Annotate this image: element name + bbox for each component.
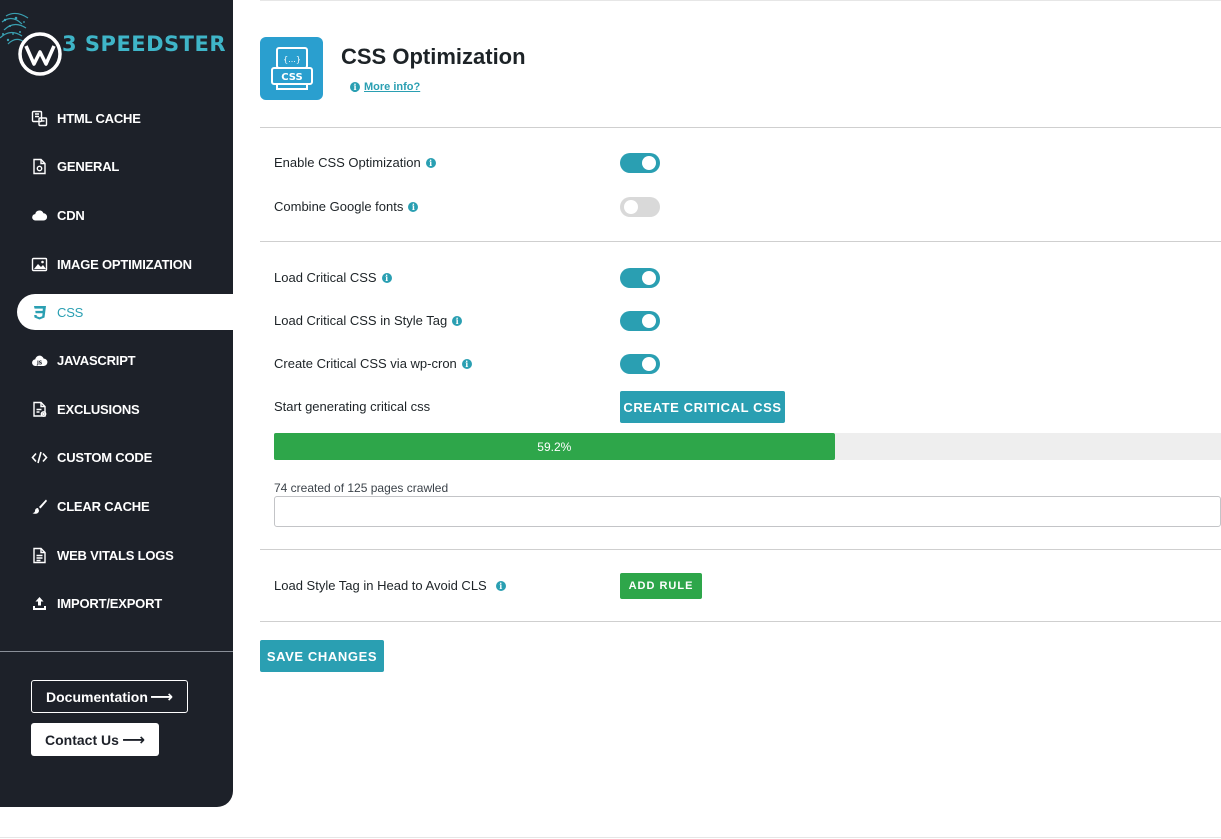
toggle-knob xyxy=(642,314,656,328)
css-icon-text: CSS xyxy=(281,72,302,83)
critical-css-style-tag-label: Load Critical CSS in Style Tag i xyxy=(274,313,463,328)
sidebar-item-label: IMAGE OPTIMIZATION xyxy=(57,256,192,272)
top-border xyxy=(260,0,1221,1)
sidebar-item-label: EXCLUSIONS xyxy=(57,401,140,417)
contact-us-button[interactable]: Contact Us ⟶ xyxy=(31,723,159,756)
critical-css-wpcron-label: Create Critical CSS via wp-cron i xyxy=(274,356,472,371)
css3-icon xyxy=(31,304,48,321)
section-divider xyxy=(260,241,1221,242)
sidebar-item-label: HTML CACHE xyxy=(57,110,141,126)
section-divider xyxy=(260,549,1221,550)
combine-google-fonts-label: Combine Google fonts i xyxy=(274,199,419,214)
sidebar-item-import-export[interactable]: IMPORT/EXPORT xyxy=(0,579,233,628)
sidebar-item-web-vitals-logs[interactable]: WEB VITALS LOGS xyxy=(0,531,233,580)
info-icon[interactable]: i xyxy=(381,272,392,283)
bottom-border xyxy=(0,837,1221,838)
sidebar-item-html-cache[interactable]: HTML CACHE xyxy=(0,94,233,143)
speedster-logo-icon xyxy=(0,12,62,76)
main-content: {...} CSS CSS Optimization i More info? … xyxy=(260,0,1221,839)
sidebar-item-javascript[interactable]: JS JAVASCRIPT xyxy=(0,336,233,385)
css-page-icon: {...} CSS xyxy=(260,37,323,100)
add-rule-button[interactable]: ADD RULE xyxy=(620,573,702,599)
progress-percent: 59.2% xyxy=(537,439,572,454)
arrow-right-icon: ⟶ xyxy=(122,731,145,749)
arrow-right-icon: ⟶ xyxy=(150,688,173,706)
combine-google-fonts-toggle[interactable] xyxy=(620,197,660,217)
crawl-status-text: 74 created of 125 pages crawled xyxy=(274,481,449,495)
sidebar-item-image-optimization[interactable]: IMAGE OPTIMIZATION xyxy=(0,240,233,289)
cloud-icon xyxy=(31,207,48,224)
html-cache-icon xyxy=(31,110,48,127)
sidebar: 3 SPEEDSTER HTML CACHE GENERAL CDN IMAGE… xyxy=(0,0,233,807)
section-divider xyxy=(260,127,1221,128)
info-icon[interactable]: i xyxy=(461,358,472,369)
sidebar-item-cdn[interactable]: CDN xyxy=(0,191,233,240)
general-file-icon xyxy=(31,158,48,175)
info-icon: i xyxy=(350,82,360,92)
sidebar-item-exclusions[interactable]: EXCLUSIONS xyxy=(0,385,233,434)
sidebar-item-label: CUSTOM CODE xyxy=(57,450,153,466)
sidebar-item-label: IMPORT/EXPORT xyxy=(57,596,163,612)
sidebar-item-label: WEB VITALS LOGS xyxy=(57,547,174,563)
sidebar-item-label: CSS xyxy=(57,304,84,320)
code-icon xyxy=(31,449,48,466)
info-icon[interactable]: i xyxy=(425,157,436,168)
critical-css-style-tag-toggle[interactable] xyxy=(620,311,660,331)
info-icon[interactable]: i xyxy=(452,315,463,326)
critical-css-progress-bar: 59.2% xyxy=(274,433,1221,460)
image-icon xyxy=(31,256,48,273)
brand-logo[interactable]: 3 SPEEDSTER xyxy=(0,8,233,78)
sidebar-item-label: CDN xyxy=(57,207,85,223)
sidebar-divider xyxy=(0,651,233,652)
style-tag-head-label: Load Style Tag in Head to Avoid CLS i xyxy=(274,578,506,593)
enable-css-optimization-toggle[interactable] xyxy=(620,153,660,173)
critical-css-wpcron-toggle[interactable] xyxy=(620,354,660,374)
sidebar-nav: HTML CACHE GENERAL CDN IMAGE OPTIMIZATIO… xyxy=(0,94,233,628)
brand-name: 3 SPEEDSTER xyxy=(62,32,227,56)
info-icon[interactable]: i xyxy=(408,201,419,212)
start-generating-label: Start generating critical css xyxy=(274,399,431,414)
documentation-button[interactable]: Documentation ⟶ xyxy=(31,680,188,713)
sidebar-item-label: JAVASCRIPT xyxy=(57,353,136,369)
load-critical-css-toggle[interactable] xyxy=(620,268,660,288)
crawl-log-box[interactable] xyxy=(274,496,1221,527)
more-info-link[interactable]: i More info? xyxy=(345,81,420,93)
exclusions-file-icon xyxy=(31,401,48,418)
sidebar-item-custom-code[interactable]: CUSTOM CODE xyxy=(0,434,233,483)
svg-text:JS: JS xyxy=(36,361,43,367)
save-changes-button[interactable]: SAVE CHANGES xyxy=(260,640,384,672)
upload-icon xyxy=(31,595,48,612)
toggle-knob xyxy=(642,357,656,371)
toggle-knob xyxy=(624,200,638,214)
more-info-label: More info? xyxy=(364,81,421,93)
contact-us-label: Contact Us xyxy=(45,731,119,748)
progress-fill: 59.2% xyxy=(274,433,835,460)
section-divider xyxy=(260,621,1221,622)
page-title: CSS Optimization xyxy=(341,44,526,69)
sidebar-item-css[interactable]: CSS xyxy=(17,294,233,331)
toggle-knob xyxy=(642,271,656,285)
css-icon-braces: {...} xyxy=(283,55,301,64)
documentation-label: Documentation xyxy=(46,688,148,705)
create-critical-css-button[interactable]: CREATE CRITICAL CSS xyxy=(620,391,785,423)
sidebar-item-clear-cache[interactable]: CLEAR CACHE xyxy=(0,482,233,531)
sidebar-item-general[interactable]: GENERAL xyxy=(0,143,233,192)
enable-css-optimization-label: Enable CSS Optimization i xyxy=(274,155,436,170)
info-icon[interactable]: i xyxy=(495,580,506,591)
load-critical-css-label: Load Critical CSS i xyxy=(274,270,392,285)
javascript-cloud-icon: JS xyxy=(31,352,48,369)
toggle-knob xyxy=(642,156,656,170)
sidebar-item-label: CLEAR CACHE xyxy=(57,498,150,514)
sidebar-item-label: GENERAL xyxy=(57,159,120,175)
document-icon xyxy=(31,547,48,564)
css-file-icon: {...} CSS xyxy=(270,46,313,90)
brush-icon xyxy=(31,498,48,515)
